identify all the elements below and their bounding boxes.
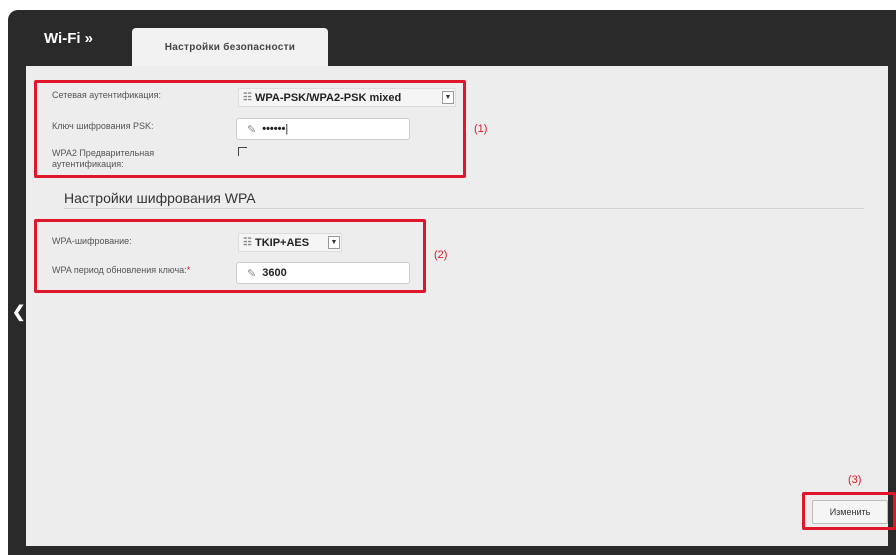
chevron-left-icon[interactable]: ❮ bbox=[12, 302, 25, 322]
annotation-3: (3) bbox=[848, 474, 862, 486]
highlight-box-2 bbox=[34, 219, 426, 293]
wpa-section-title: Настройки шифрования WPA bbox=[64, 190, 256, 206]
page: ❮ Wi-Fi » Настройки безопасности Сетевая… bbox=[0, 0, 896, 555]
section-divider bbox=[64, 208, 864, 209]
change-button[interactable]: Изменить bbox=[812, 500, 888, 524]
tab-security-settings[interactable]: Настройки безопасности bbox=[132, 28, 328, 66]
annotation-1: (1) bbox=[474, 123, 488, 135]
highlight-box-1 bbox=[34, 80, 466, 178]
annotation-2: (2) bbox=[434, 249, 448, 261]
breadcrumb[interactable]: Wi-Fi » bbox=[44, 30, 93, 47]
